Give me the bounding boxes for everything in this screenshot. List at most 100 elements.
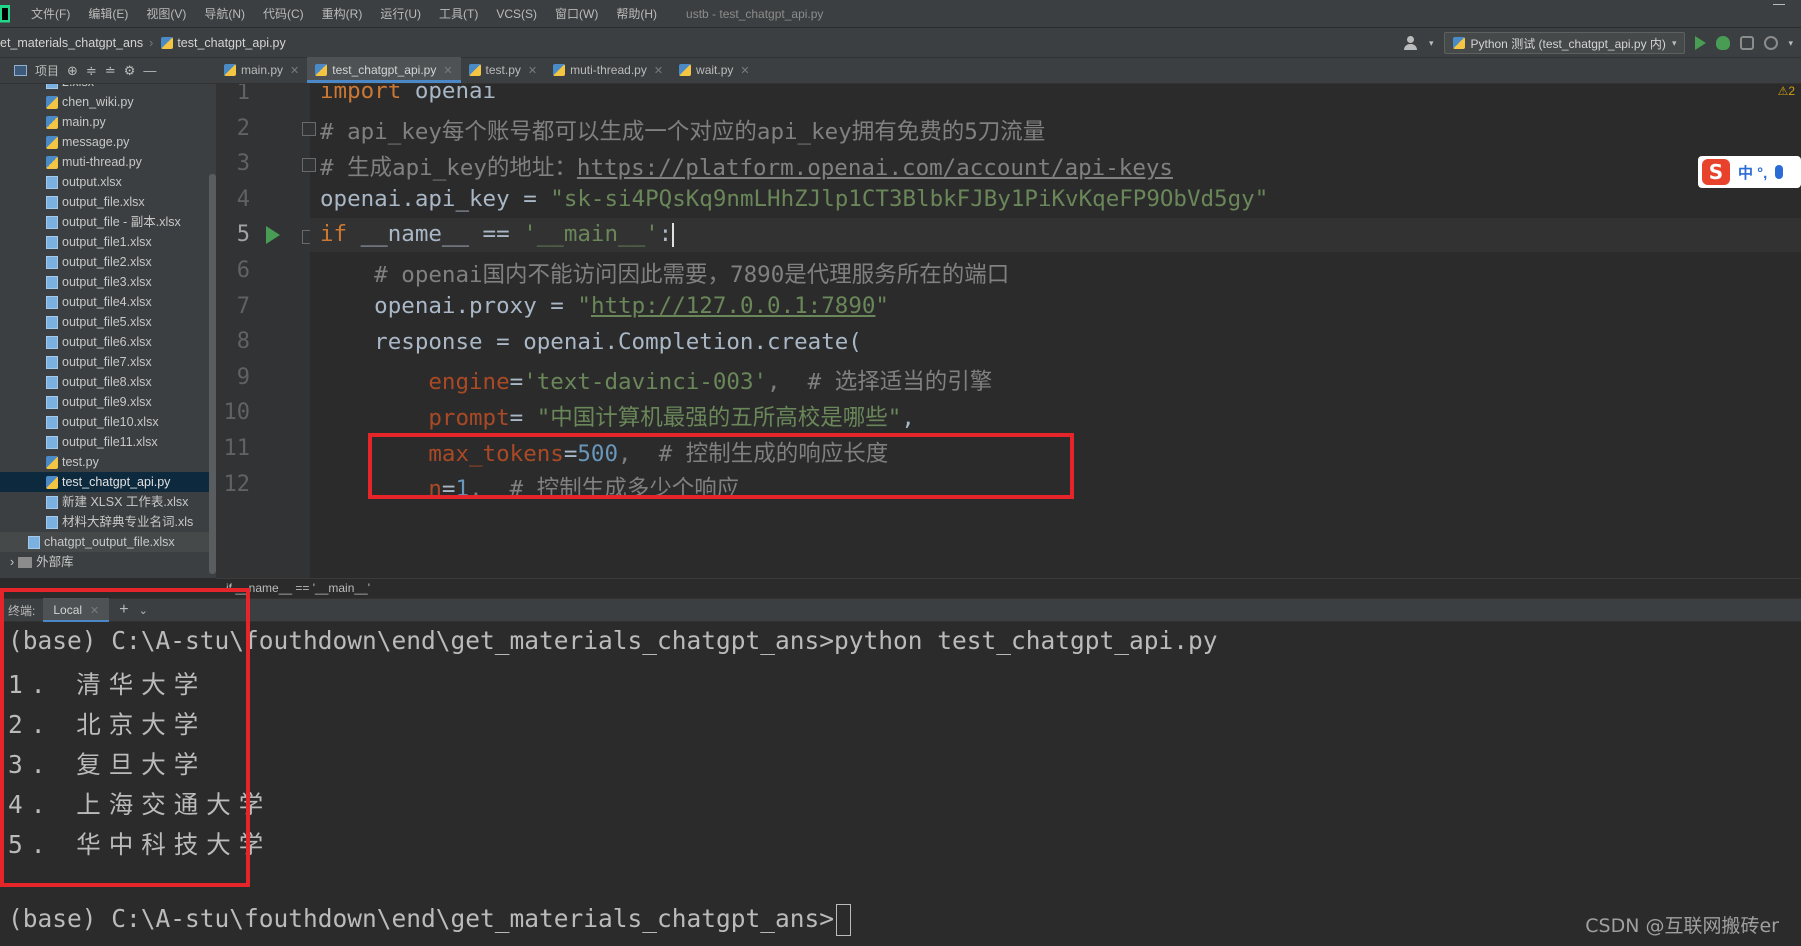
tree-item[interactable]: output_file3.xlsx [0,272,216,292]
close-icon[interactable]: ✕ [290,64,299,77]
menu-navigate[interactable]: 导航(N) [195,5,254,22]
tree-item[interactable]: 2.xlsx [0,84,216,92]
line-number: 7 [236,293,250,319]
run-gutter-icon[interactable] [266,226,280,244]
tree-item[interactable]: chatgpt_output_file.xlsx [0,532,216,552]
menu-run[interactable]: 运行(U) [371,5,430,22]
menu-edit[interactable]: 编辑(E) [79,5,137,22]
tree-item-label: output_file11.xlsx [62,435,158,449]
chevron-right-icon[interactable]: › [10,552,14,572]
run-icon[interactable] [1695,36,1707,50]
editor-breadcrumb[interactable]: if __name__ == '__main__' [216,578,1801,598]
editor-tab-label: wait.py [696,63,734,77]
tree-item[interactable]: output_file6.xlsx [0,332,216,352]
tree-item[interactable]: muti-thread.py [0,152,216,172]
profile-icon[interactable] [1764,36,1779,50]
tree-item[interactable]: output_file11.xlsx [0,432,216,452]
fold-marker-icon[interactable] [302,158,316,172]
pycharm-logo-icon [0,4,10,23]
tree-item[interactable]: test_chatgpt_api.py [0,472,216,492]
gear-icon[interactable]: ⚙ [124,63,136,79]
tree-item[interactable]: › 外部库 [0,552,216,572]
terminal-result-line: 4. 上海交通大学 [8,790,272,819]
locate-icon[interactable]: ⊕ [67,63,78,79]
tree-item[interactable]: 材料大辞典专业名词.xls [0,512,216,532]
editor-tab-label: test_chatgpt_api.py [332,63,437,77]
new-terminal-button[interactable]: + [109,601,138,619]
menu-window[interactable]: 窗口(W) [546,5,607,22]
microphone-icon[interactable] [1775,165,1784,179]
tree-item[interactable]: chen_wiki.py [0,92,216,112]
menu-view[interactable]: 视图(V) [137,5,195,22]
collapse-all-icon[interactable]: ≐ [105,63,116,79]
editor-tab[interactable]: main.py ✕ [216,57,307,83]
tree-item[interactable]: output_file - 副本.xlsx [0,212,216,232]
tree-item[interactable]: message.py [0,132,216,152]
menu-vcs[interactable]: VCS(S) [487,7,546,21]
tree-scrollbar[interactable] [209,174,216,574]
chevron-down-icon[interactable]: ▾ [1429,38,1434,49]
line-number: 3 [236,151,250,177]
expand-all-icon[interactable]: ≑ [86,63,97,79]
close-icon[interactable]: ✕ [528,64,537,77]
user-icon[interactable] [1403,36,1419,50]
project-toolwindow-title[interactable]: 项目 [35,62,59,79]
minimize-icon[interactable] [1773,4,1785,18]
tree-item[interactable]: output_file8.xlsx [0,372,216,392]
hide-icon[interactable]: — [143,63,156,78]
terminal-label: 终端: [8,603,36,618]
tree-item-label: muti-thread.py [62,155,142,169]
excel-file-icon [46,355,58,369]
terminal-header: 终端: Local ✕ + ⌄ [0,598,1801,622]
tree-item[interactable]: 新建 XLSX 工作表.xlsx [0,492,216,512]
python-file-icon [679,64,692,76]
proxy-link[interactable]: http://127.0.0.1:7890 [591,293,875,319]
run-configuration-select[interactable]: Python 测试 (test_chatgpt_api.py 内) ▾ [1443,32,1686,54]
coverage-icon[interactable] [1740,36,1755,50]
terminal-result-line: 1. 清华大学 [8,670,207,699]
tree-item[interactable]: output_file10.xlsx [0,412,216,432]
debug-icon[interactable] [1716,36,1731,50]
menu-refactor[interactable]: 重构(R) [313,5,372,22]
breadcrumb-project[interactable]: et_materials_chatgpt_ans [0,36,149,50]
editor-tab[interactable]: muti-thread.py ✕ [545,57,671,83]
editor-tab[interactable]: wait.py ✕ [671,57,758,83]
ime-mode-label[interactable]: 中 °, [1738,162,1767,183]
menu-code[interactable]: 代码(C) [254,5,313,22]
ime-toolbar[interactable]: S 中 °, [1698,156,1801,188]
warning-indicator[interactable]: ⚠2 [1778,84,1795,98]
close-icon[interactable]: ✕ [654,64,663,77]
editor-tab[interactable]: test_chatgpt_api.py ✕ [307,57,461,83]
tree-item[interactable]: output_file9.xlsx [0,392,216,412]
close-icon[interactable]: ✕ [90,604,99,617]
run-toolbar: ▾ Python 测试 (test_chatgpt_api.py 内) ▾ ▾ [1403,28,1801,58]
tree-item[interactable]: output_file4.xlsx [0,292,216,312]
chevron-down-icon[interactable]: ⌄ [139,604,148,617]
terminal-tab-local[interactable]: Local ✕ [43,598,110,622]
tree-item[interactable]: output_file.xlsx [0,192,216,212]
tree-item[interactable]: main.py [0,112,216,132]
api-keys-link[interactable]: https://platform.openai.com/account/api-… [577,155,1173,181]
fold-marker-icon[interactable] [302,122,316,136]
line-number: 6 [236,258,250,283]
code-line-6: # openai国内不能访问因此需要，7890是代理服务所在的端口 [320,262,1010,288]
breadcrumb-file[interactable]: test_chatgpt_api.py [161,36,286,50]
close-icon[interactable]: ✕ [740,64,749,77]
editor-tab[interactable]: test.py ✕ [461,57,546,83]
code-editor[interactable]: 1 2 3 4 5 6 7 8 9 10 11 12 ⚠2 import openai # api_k… [216,84,1801,578]
excel-file-icon [46,255,58,269]
tree-item-label: 新建 XLSX 工作表.xlsx [62,495,189,509]
tree-item[interactable]: output_file1.xlsx [0,232,216,252]
tree-item[interactable]: output_file7.xlsx [0,352,216,372]
terminal-output[interactable]: (base) C:\A-stu\fouthdown\end\get_materi… [0,622,1801,946]
menu-help[interactable]: 帮助(H) [607,5,666,22]
chevron-down-icon[interactable]: ▾ [1788,38,1793,49]
menu-tools[interactable]: 工具(T) [430,5,487,22]
tree-item[interactable]: output_file5.xlsx [0,312,216,332]
tree-item[interactable]: output_file2.xlsx [0,252,216,272]
menu-file[interactable]: 文件(F) [22,5,79,22]
close-icon[interactable]: ✕ [443,64,452,77]
tree-item[interactable]: output.xlsx [0,172,216,192]
tree-item[interactable]: test.py [0,452,216,472]
python-file-icon [46,115,58,129]
